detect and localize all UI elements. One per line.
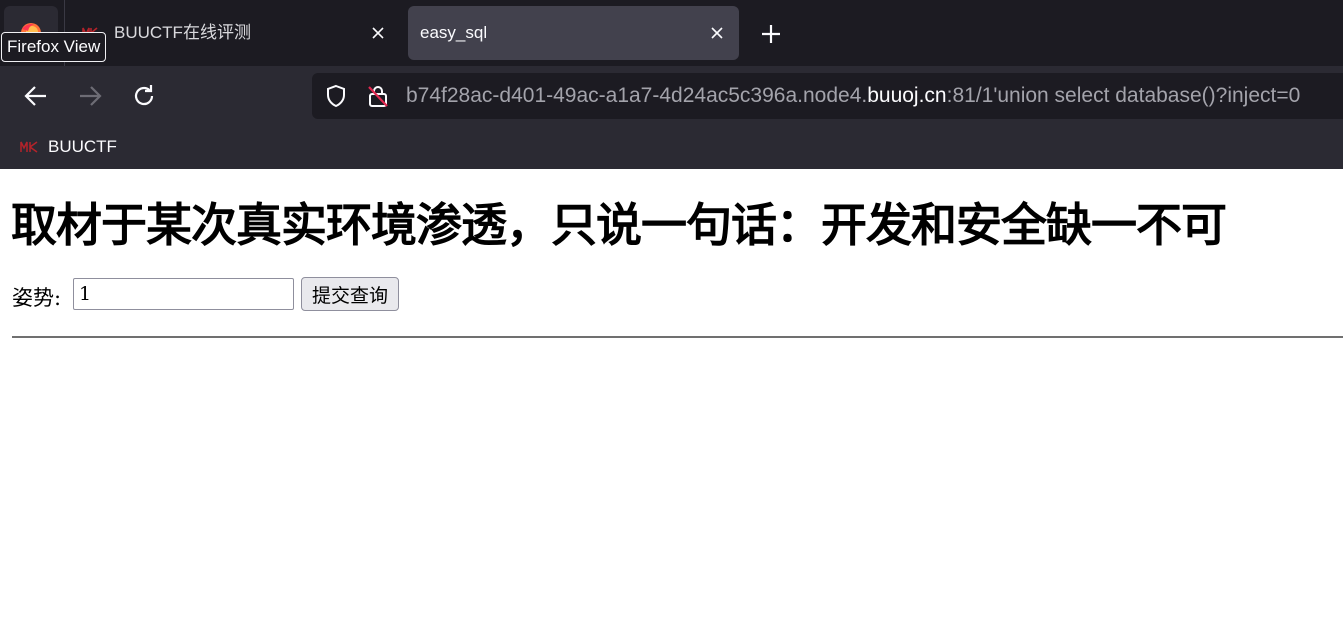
page-title: 取材于某次真实环境渗透，只说一句话：开发和安全缺一不可 (11, 198, 1227, 252)
navigation-toolbar: b74f28ac-d401-49ac-a1a7-4d24ac5c396a.nod… (0, 66, 1343, 126)
bookmark-favicon-icon (20, 141, 38, 153)
page-content: 取材于某次真实环境渗透，只说一句话：开发和安全缺一不可 姿势: 提交查询 (0, 169, 1343, 632)
tab-title: BUUCTF在线评测 (114, 23, 251, 42)
horizontal-rule (12, 336, 1343, 338)
bookmarks-toolbar: BUUCTF (0, 126, 1343, 169)
tab-title: easy_sql (420, 23, 488, 42)
close-icon[interactable] (709, 25, 725, 41)
url-prefix: b74f28ac-d401-49ac-a1a7-4d24ac5c396a.nod… (406, 84, 868, 107)
tab-buuctf[interactable]: BUUCTF在线评测 (70, 6, 400, 60)
reload-icon[interactable] (130, 82, 158, 110)
tooltip-firefox-view: Firefox View (1, 32, 107, 62)
url-suffix: :81/1'union select database()?inject=0 (946, 84, 1301, 107)
url-bar[interactable]: b74f28ac-d401-49ac-a1a7-4d24ac5c396a.nod… (312, 73, 1343, 119)
close-icon[interactable] (370, 25, 386, 41)
shield-icon[interactable] (324, 84, 348, 108)
submit-button[interactable]: 提交查询 (301, 277, 399, 311)
insecure-lock-icon[interactable] (366, 84, 390, 108)
bookmark-label: BUUCTF (48, 137, 117, 156)
back-arrow-icon[interactable] (22, 82, 50, 110)
tab-easy-sql[interactable]: easy_sql (408, 6, 739, 60)
url-domain: buuoj.cn (867, 84, 947, 107)
plus-icon[interactable] (756, 19, 786, 49)
browser-chrome: BUUCTF在线评测 easy_sql Firefox View b74f28a… (0, 0, 1343, 169)
tab-strip: BUUCTF在线评测 easy_sql Firefox View (0, 0, 1343, 66)
forward-arrow-icon[interactable] (76, 82, 104, 110)
url-text[interactable]: b74f28ac-d401-49ac-a1a7-4d24ac5c396a.nod… (406, 73, 1300, 119)
inject-input[interactable] (73, 278, 294, 310)
field-label: 姿势: (12, 286, 62, 310)
